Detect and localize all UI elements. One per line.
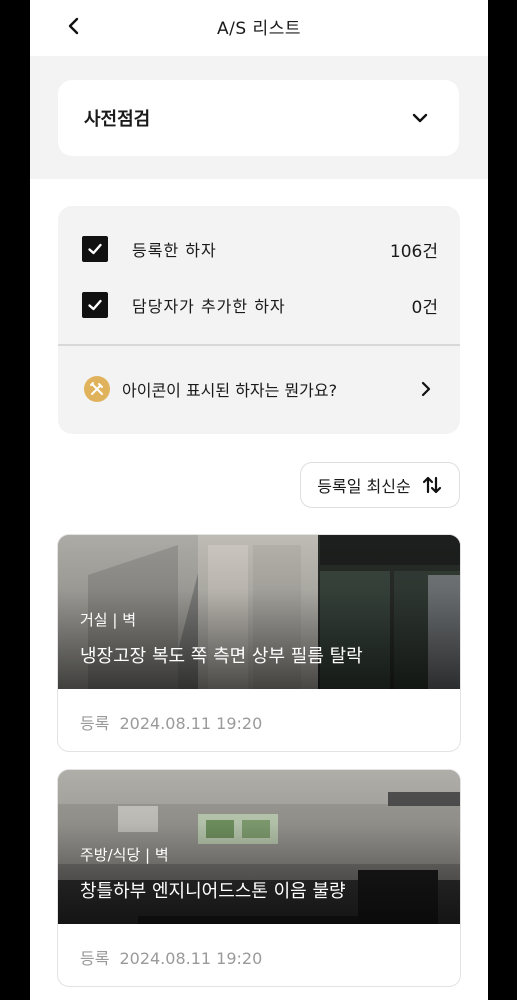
item-location: 거실 | 벽 [80, 611, 136, 629]
category-selected: 사전점검 [84, 109, 151, 130]
filter-card: 등록한 하자 106건 담당자가 추가한 하자 0건 아이콘이 표시된 하자는 … [58, 206, 460, 434]
page-title: A/S 리스트 [217, 19, 301, 39]
item-location: 주방/식당 | 벽 [80, 846, 169, 864]
filter-label: 담당자가 추가한 하자 [132, 297, 286, 316]
as-item-card[interactable]: 거실 | 벽 냉장고장 복도 쪽 측면 상부 필름 탈락 등록 2024.08.1… [57, 534, 461, 752]
item-date: 2024.08.11 19:20 [119, 949, 263, 968]
app-screen: A/S 리스트 사전점검 등록한 하자 106건 담당자가 추가한 하자 0건 [30, 0, 488, 1000]
item-meta-label: 등록 [80, 714, 110, 733]
filter-row-manager-added[interactable]: 담당자가 추가한 하자 0건 [82, 290, 438, 320]
header: A/S 리스트 [30, 0, 488, 56]
divider [58, 344, 460, 346]
filter-label: 등록한 하자 [132, 241, 217, 260]
item-date: 2024.08.11 19:20 [119, 714, 263, 733]
filter-count: 106건 [389, 241, 438, 262]
chevron-down-icon [412, 113, 428, 123]
item-meta-label: 등록 [80, 949, 110, 968]
item-description: 창틀하부 엔지니어드스톤 이음 불량 [80, 881, 346, 902]
chevron-right-icon [421, 381, 431, 397]
icon-info-text: 아이콘이 표시된 하자는 뭔가요? [122, 381, 338, 400]
check-icon [88, 299, 102, 311]
filter-row-registered[interactable]: 등록한 하자 106건 [82, 234, 438, 264]
checkbox-manager-added[interactable] [82, 292, 108, 318]
category-dropdown[interactable]: 사전점검 [58, 80, 459, 156]
sort-label: 등록일 최신순 [317, 477, 411, 496]
sort-button[interactable]: 등록일 최신순 [300, 462, 460, 508]
item-meta: 등록 2024.08.11 19:20 [80, 710, 262, 734]
item-meta: 등록 2024.08.11 19:20 [80, 945, 262, 969]
check-icon [88, 243, 102, 255]
item-description: 냉장고장 복도 쪽 측면 상부 필름 탈락 [80, 646, 363, 667]
icon-info-link[interactable]: 아이콘이 표시된 하자는 뭔가요? [84, 374, 434, 404]
tools-icon [84, 376, 110, 402]
as-item-card[interactable]: 주방/식당 | 벽 창틀하부 엔지니어드스톤 이음 불량 등록 2024.08.1… [57, 769, 461, 987]
category-section: 사전점검 [30, 56, 488, 179]
filter-count: 0건 [411, 297, 438, 318]
sort-arrows-icon [422, 476, 441, 494]
checkbox-registered[interactable] [82, 236, 108, 262]
